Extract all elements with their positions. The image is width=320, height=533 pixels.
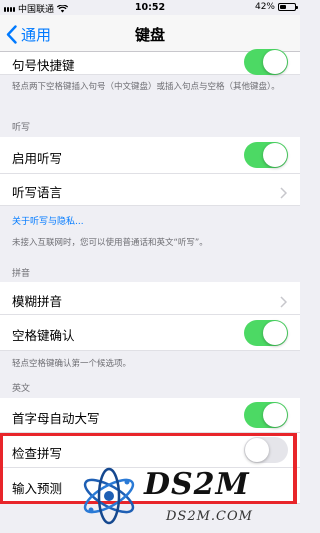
battery-percent: 42% [254, 2, 275, 12]
status-bar: 中国联通 10:52 42% [0, 0, 300, 15]
enable-dictation-label: 启用听写 [12, 151, 63, 166]
dictation-section-header: 听写 [12, 123, 31, 133]
space-confirm-label: 空格键确认 [12, 328, 75, 343]
atom-logo-icon [83, 467, 135, 525]
navigation-bar: 通用 键盘 [0, 15, 300, 52]
period-shortcut-toggle[interactable] [244, 49, 288, 75]
pinyin-section-header: 拼音 [12, 269, 31, 279]
space-confirm-toggle[interactable] [244, 320, 288, 346]
toggle-knob [263, 50, 287, 74]
battery-fill [280, 5, 286, 9]
period-shortcut-label: 句号快捷键 [12, 58, 75, 73]
auto-capitalization-toggle[interactable] [244, 402, 288, 428]
dictation-footer: 未接入互联网时，您可以使用普通话和英文“听写”。 [12, 238, 208, 248]
toggle-knob [263, 403, 287, 427]
period-shortcut-footer: 轻点两下空格键插入句号（中文键盘）或插入句点与空格（其他键盘）。 [12, 82, 280, 92]
watermark-domain: DS2M.COM [166, 509, 253, 524]
page-title: 键盘 [134, 26, 165, 44]
row-auto-capitalization[interactable]: 首字母自动大写 [0, 398, 300, 433]
row-fuzzy-pinyin[interactable]: 模糊拼音 [0, 282, 300, 315]
watermark-title: DS2M [144, 467, 250, 502]
auto-capitalization-label: 首字母自动大写 [12, 411, 100, 426]
watermark: DS2M DS2M.COM [74, 463, 300, 533]
row-period-shortcut[interactable]: 句号快捷键 [0, 49, 300, 75]
fuzzy-pinyin-label: 模糊拼音 [12, 294, 63, 309]
chevron-right-icon [280, 184, 288, 199]
battery-icon [278, 3, 298, 11]
dictation-privacy-link[interactable]: 关于听写与隐私... [12, 214, 84, 227]
toggle-knob [263, 143, 287, 167]
row-dictation-languages[interactable]: 听写语言 [0, 174, 300, 206]
row-space-confirm[interactable]: 空格键确认 [0, 315, 300, 351]
english-section-header: 英文 [12, 384, 31, 394]
status-right: 42% [254, 2, 298, 12]
enable-dictation-toggle[interactable] [244, 142, 288, 168]
dictation-languages-label: 听写语言 [12, 185, 63, 200]
toggle-knob [263, 321, 287, 345]
space-confirm-footer: 轻点空格键确认第一个候选项。 [12, 359, 132, 369]
row-enable-dictation[interactable]: 启用听写 [0, 137, 300, 174]
chevron-right-icon [280, 293, 288, 308]
